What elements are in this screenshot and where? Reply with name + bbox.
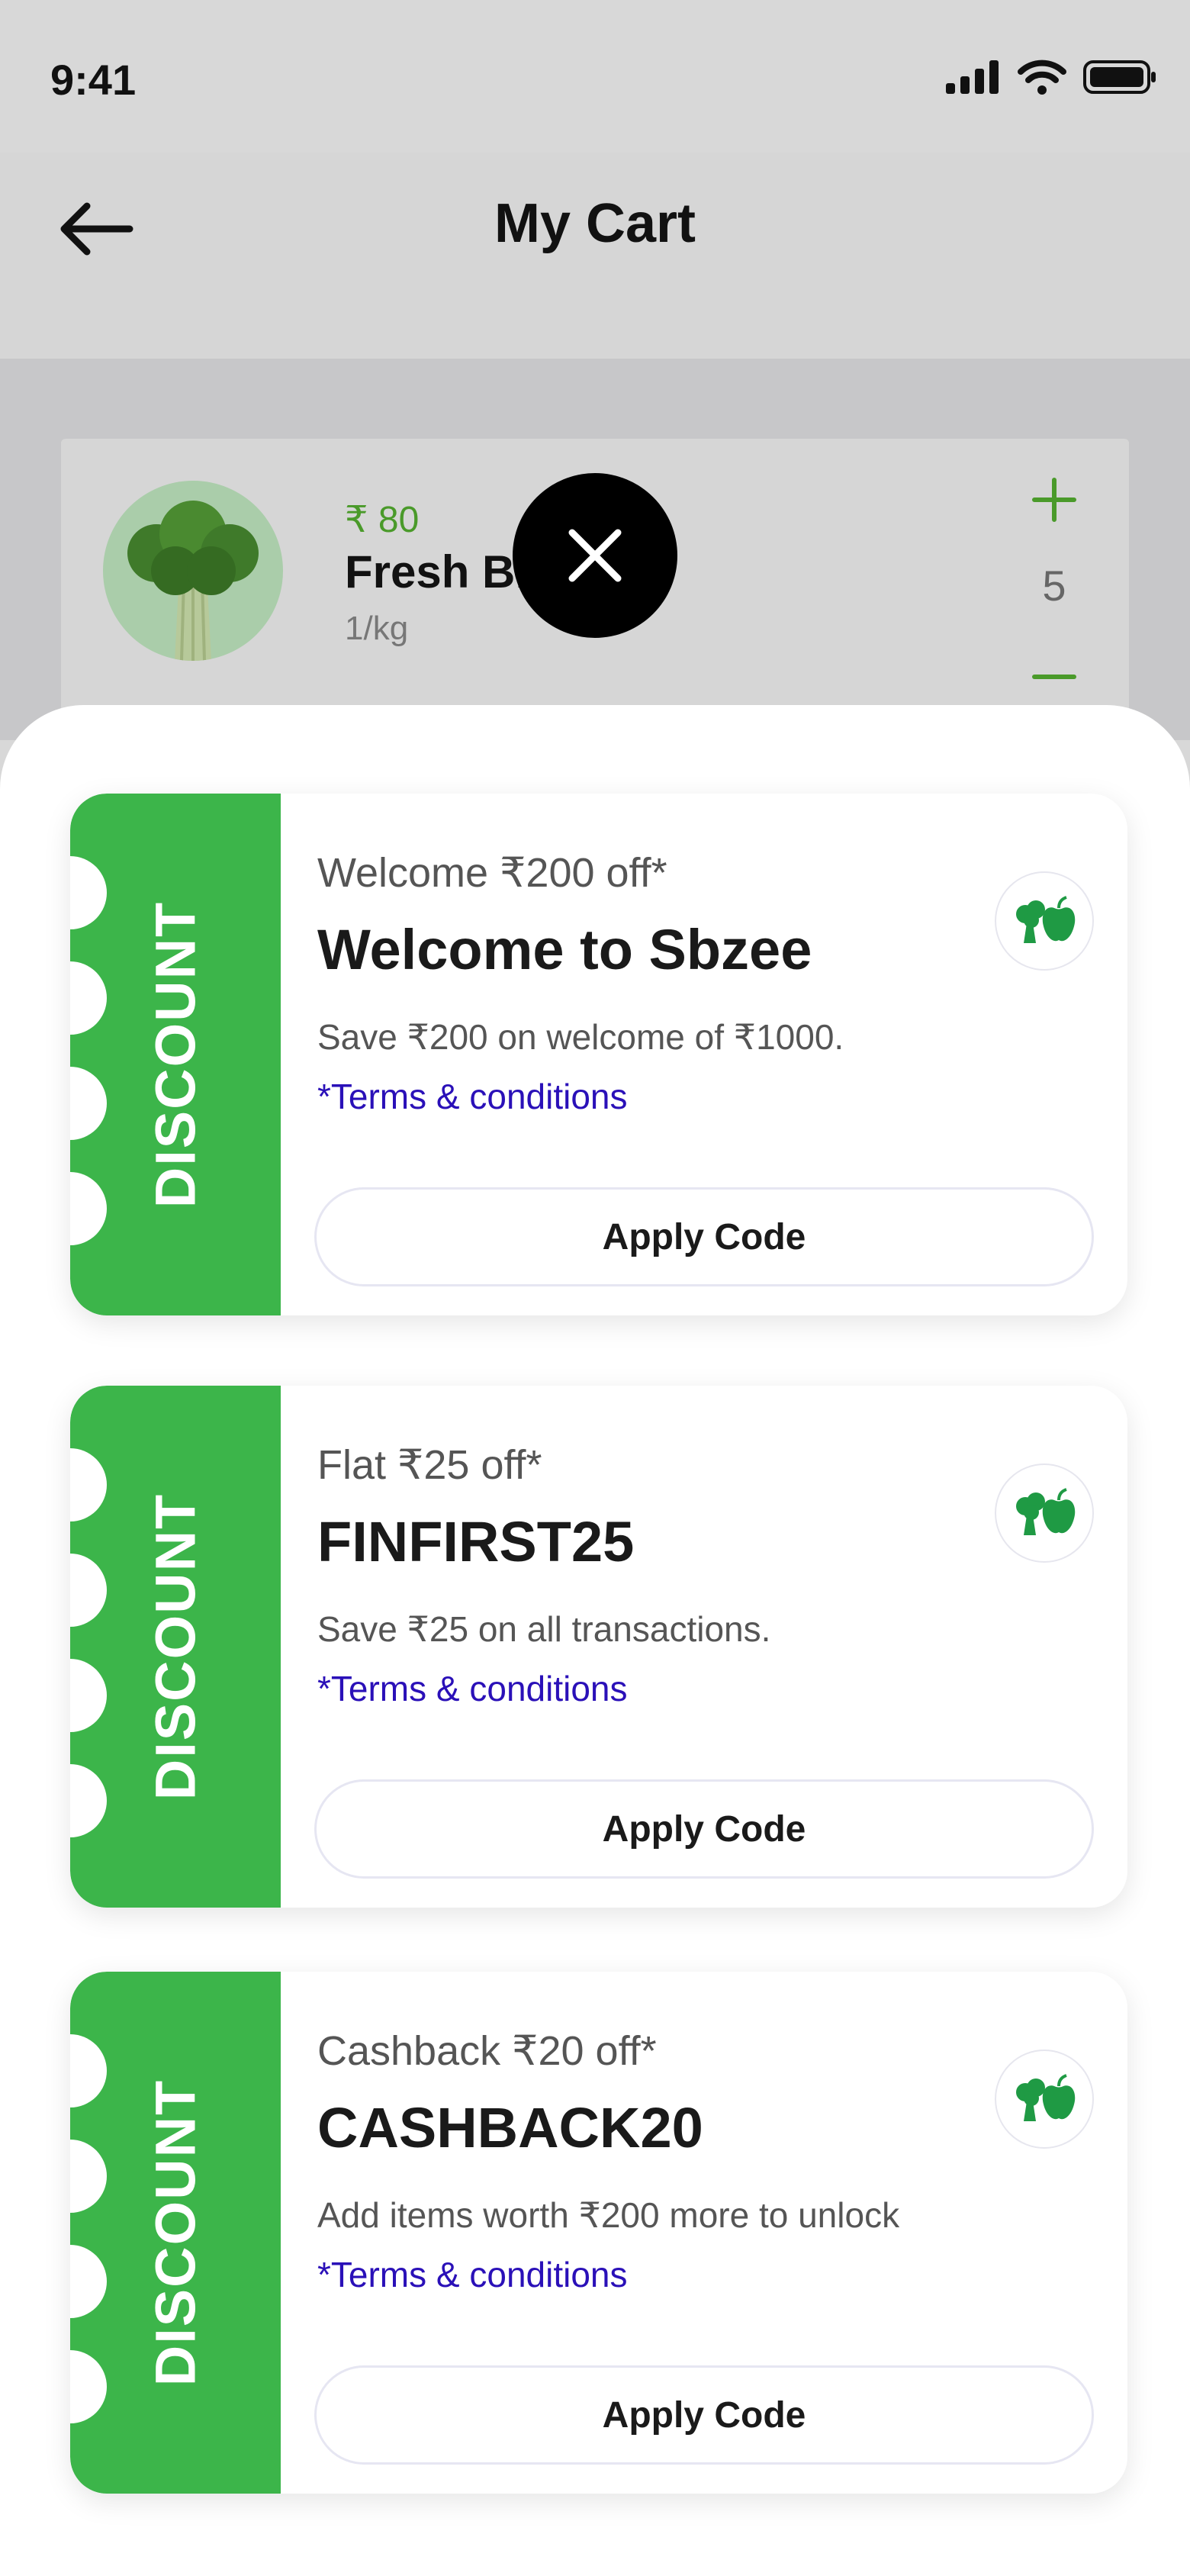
veggie-logo-icon <box>1016 1488 1076 1535</box>
header-bar <box>0 153 1190 359</box>
battery-icon <box>1083 60 1156 94</box>
status-icons <box>946 60 1156 95</box>
item-unit: 1/kg <box>345 610 409 647</box>
apply-code-button[interactable]: Apply Code <box>314 1779 1094 1879</box>
coupon-card: DISCOUNT Cashback ₹20 off* CASHBACK20 Ad… <box>70 1972 1127 2494</box>
apply-code-button[interactable]: Apply Code <box>314 2365 1094 2465</box>
brand-logo <box>995 871 1094 971</box>
veggie-logo-icon <box>1016 896 1076 943</box>
offer-title: Welcome ₹200 off* <box>317 850 667 896</box>
item-name: Fresh Br <box>345 546 533 597</box>
coupon-type-label: DISCOUNT <box>143 2079 207 2387</box>
veggie-logo-icon <box>1016 2074 1076 2121</box>
offer-description: Save ₹200 on welcome of ₹1000. <box>317 1017 844 1057</box>
signal-icon <box>946 60 999 94</box>
coupon-type-label: DISCOUNT <box>143 1492 207 1801</box>
coupon-sheet: DISCOUNT Welcome ₹200 off* Welcome to Sb… <box>0 705 1190 2576</box>
coupon-ticket-stub: DISCOUNT <box>70 1386 281 1908</box>
terms-link[interactable]: *Terms & conditions <box>317 2254 628 2295</box>
broccoli-image <box>103 481 283 661</box>
coupon-ticket-stub: DISCOUNT <box>70 794 281 1315</box>
coupon-card: DISCOUNT Flat ₹25 off* FINFIRST25 Save ₹… <box>70 1386 1127 1908</box>
offer-description: Save ₹25 on all transactions. <box>317 1609 771 1649</box>
plus-icon[interactable] <box>1030 475 1079 524</box>
terms-link[interactable]: *Terms & conditions <box>317 1668 628 1709</box>
offer-title: Flat ₹25 off* <box>317 1442 542 1488</box>
coupon-card: DISCOUNT Welcome ₹200 off* Welcome to Sb… <box>70 794 1127 1315</box>
offer-code: Welcome to Sbzee <box>317 918 812 981</box>
offer-code: FINFIRST25 <box>317 1510 635 1573</box>
item-quantity: 5 <box>1042 562 1066 610</box>
page-title: My Cart <box>494 193 696 254</box>
status-time: 9:41 <box>50 56 137 104</box>
close-icon <box>568 529 622 582</box>
wifi-icon <box>1018 60 1066 95</box>
offer-description: Add items worth ₹200 more to unlock <box>317 2195 900 2235</box>
coupon-ticket-stub: DISCOUNT <box>70 1972 281 2494</box>
terms-link[interactable]: *Terms & conditions <box>317 1076 628 1117</box>
close-button[interactable] <box>513 473 677 638</box>
offer-title: Cashback ₹20 off* <box>317 2028 657 2074</box>
brand-logo <box>995 2050 1094 2149</box>
offer-code: CASHBACK20 <box>317 2096 703 2159</box>
coupon-type-label: DISCOUNT <box>143 900 207 1209</box>
item-price: ₹ 80 <box>345 500 420 540</box>
apply-code-button[interactable]: Apply Code <box>314 1187 1094 1286</box>
brand-logo <box>995 1463 1094 1563</box>
